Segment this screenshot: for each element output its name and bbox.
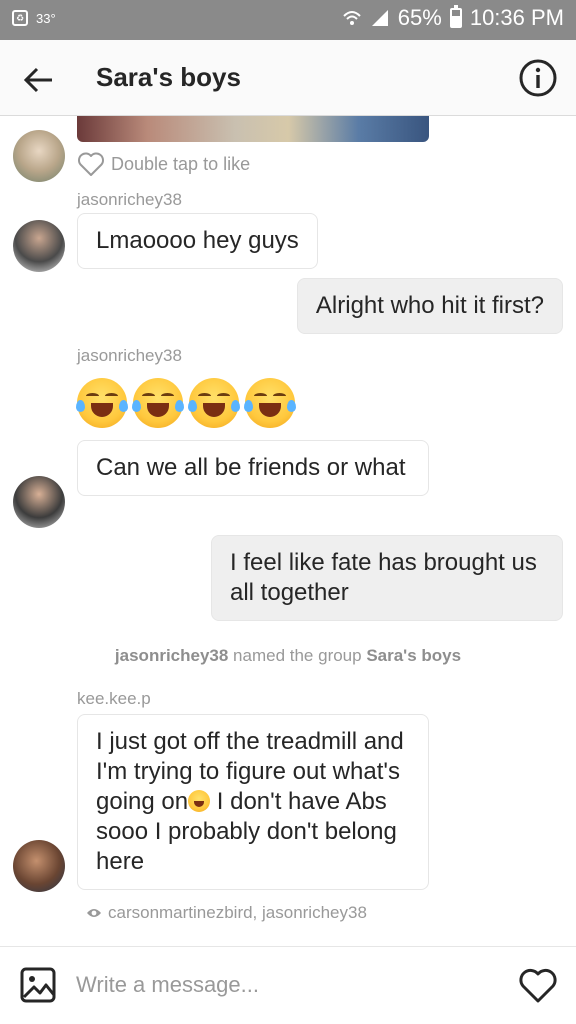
avatar[interactable] xyxy=(13,840,65,892)
back-arrow-icon[interactable] xyxy=(18,60,58,100)
tears-of-joy-emoji-icon xyxy=(188,378,240,428)
temperature-label: 33° xyxy=(36,10,56,26)
wifi-icon xyxy=(343,11,361,25)
notification-icon: ♻ xyxy=(12,10,28,26)
message-bubble[interactable]: Lmaoooo hey guys xyxy=(77,213,318,269)
tears-of-joy-emoji-icon xyxy=(188,790,211,812)
eye-icon xyxy=(87,909,101,917)
heart-icon[interactable] xyxy=(77,151,105,177)
clock: 10:36 PM xyxy=(469,5,564,30)
like-label: Double tap to like xyxy=(111,153,251,174)
message-bubble[interactable]: I just got off the treadmill and I'm try… xyxy=(77,714,429,890)
emoji-message[interactable] xyxy=(76,378,296,428)
avatar[interactable] xyxy=(13,476,65,528)
seen-by-label: carsonmartinezbird, jasonrichey38 xyxy=(108,903,367,922)
message-bubble[interactable]: Alright who hit it first? xyxy=(296,278,563,334)
battery-percent: 65% xyxy=(397,5,442,30)
gallery-icon[interactable] xyxy=(20,967,56,1003)
sender-username[interactable]: jasonrichey38 xyxy=(77,190,182,210)
status-bar: ♻ 33° 65% 10:36 PM xyxy=(0,0,576,40)
sender-username[interactable]: jasonrichey38 xyxy=(77,346,182,366)
battery-icon xyxy=(449,5,462,28)
system-actor[interactable]: jasonrichey38 xyxy=(115,646,228,665)
info-icon[interactable] xyxy=(518,58,558,98)
message-composer xyxy=(0,946,576,1024)
heart-icon[interactable] xyxy=(518,967,558,1005)
signal-icon xyxy=(371,10,388,26)
system-message: jasonrichey38 named the group Sara's boy… xyxy=(0,646,576,666)
tears-of-joy-emoji-icon xyxy=(76,378,128,428)
message-bubble[interactable]: I feel like fate has brought us all toge… xyxy=(211,535,563,621)
page-title: Sara's boys xyxy=(96,62,241,92)
avatar[interactable] xyxy=(13,130,65,182)
system-group-name: Sara's boys xyxy=(366,646,462,665)
message-list[interactable]: Double tap to like jasonrichey38 Lmaoooo… xyxy=(0,116,576,946)
message-input[interactable] xyxy=(76,965,496,1005)
shared-photo[interactable] xyxy=(77,116,429,142)
message-bubble[interactable]: Can we all be friends or what xyxy=(77,440,429,496)
like-row[interactable]: Double tap to like xyxy=(77,151,250,177)
avatar[interactable] xyxy=(13,220,65,272)
chat-header: Sara's boys xyxy=(0,40,576,116)
tears-of-joy-emoji-icon xyxy=(132,378,184,428)
seen-by: carsonmartinezbird, jasonrichey38 xyxy=(86,903,367,923)
sender-username[interactable]: kee.kee.p xyxy=(77,689,151,709)
system-action: named the group xyxy=(228,646,367,665)
tears-of-joy-emoji-icon xyxy=(244,378,296,428)
